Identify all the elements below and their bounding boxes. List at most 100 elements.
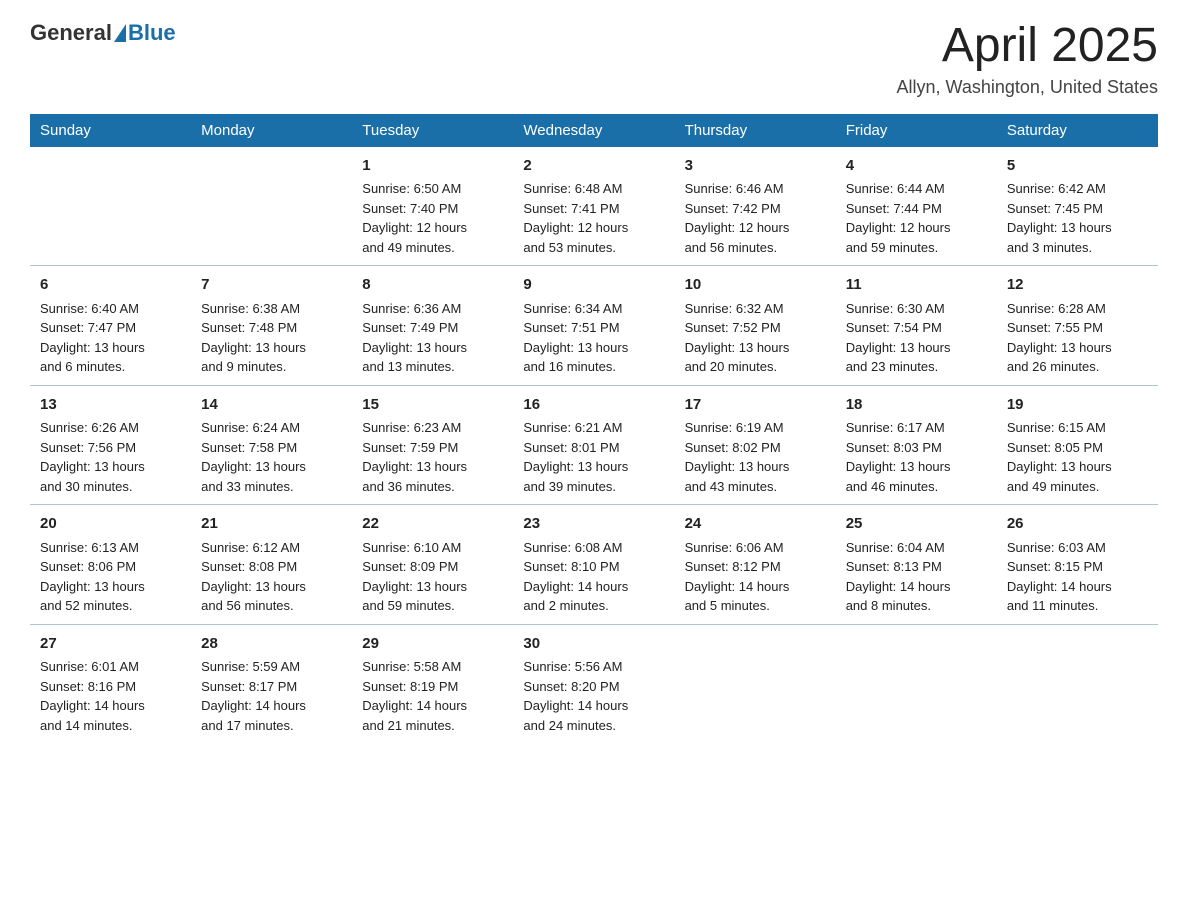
- day-number: 25: [846, 513, 987, 536]
- title-block: April 2025 Allyn, Washington, United Sta…: [897, 20, 1158, 98]
- calendar-cell: 30 Sunrise: 5:56 AM Sunset: 8:20 PM Dayli…: [513, 624, 674, 743]
- calendar-table: SundayMondayTuesdayWednesdayThursdayFrid…: [30, 114, 1158, 744]
- calendar-cell: 27 Sunrise: 6:01 AM Sunset: 8:16 PM Dayli…: [30, 624, 191, 743]
- day-number: 12: [1007, 274, 1148, 297]
- calendar-cell: 25 Sunrise: 6:04 AM Sunset: 8:13 PM Dayli…: [836, 505, 997, 625]
- calendar-cell: 19 Sunrise: 6:15 AM Sunset: 8:05 PM Dayli…: [997, 385, 1158, 505]
- day-number: 20: [40, 513, 181, 536]
- day-number: 24: [685, 513, 826, 536]
- day-number: 13: [40, 394, 181, 417]
- day-number: 29: [362, 633, 503, 656]
- calendar-cell: 14Sunrise: 6:24 AM Sunset: 7:58 PM Dayli…: [191, 385, 352, 505]
- day-info: Sunrise: 6:50 AM Sunset: 7:40 PM Dayligh…: [362, 181, 467, 255]
- day-info: Sunrise: 6:04 AM Sunset: 8:13 PM Dayligh…: [846, 540, 951, 614]
- weekday-header-row: SundayMondayTuesdayWednesdayThursdayFrid…: [30, 114, 1158, 147]
- day-info: Sunrise: 6:17 AM Sunset: 8:03 PM Dayligh…: [846, 420, 951, 494]
- weekday-header-saturday: Saturday: [997, 114, 1158, 147]
- day-number: 16: [523, 394, 664, 417]
- calendar-cell: 12 Sunrise: 6:28 AM Sunset: 7:55 PM Dayli…: [997, 266, 1158, 386]
- day-info: Sunrise: 6:03 AM Sunset: 8:15 PM Dayligh…: [1007, 540, 1112, 614]
- day-number: 19: [1007, 394, 1148, 417]
- day-info: Sunrise: 6:21 AM Sunset: 8:01 PM Dayligh…: [523, 420, 628, 494]
- day-number: 6: [40, 274, 181, 297]
- calendar-cell: 6Sunrise: 6:40 AM Sunset: 7:47 PM Daylig…: [30, 266, 191, 386]
- day-number: 15: [362, 394, 503, 417]
- day-info: Sunrise: 6:12 AM Sunset: 8:08 PM Dayligh…: [201, 540, 306, 614]
- day-info: Sunrise: 6:48 AM Sunset: 7:41 PM Dayligh…: [523, 181, 628, 255]
- calendar-cell: [836, 624, 997, 743]
- day-info: Sunrise: 5:56 AM Sunset: 8:20 PM Dayligh…: [523, 659, 628, 733]
- day-info: Sunrise: 6:28 AM Sunset: 7:55 PM Dayligh…: [1007, 301, 1112, 375]
- day-info: Sunrise: 6:38 AM Sunset: 7:48 PM Dayligh…: [201, 301, 306, 375]
- calendar-cell: 28 Sunrise: 5:59 AM Sunset: 8:17 PM Dayli…: [191, 624, 352, 743]
- day-info: Sunrise: 6:06 AM Sunset: 8:12 PM Dayligh…: [685, 540, 790, 614]
- weekday-header-tuesday: Tuesday: [352, 114, 513, 147]
- location-subtitle: Allyn, Washington, United States: [897, 77, 1158, 98]
- day-info: Sunrise: 6:32 AM Sunset: 7:52 PM Dayligh…: [685, 301, 790, 375]
- calendar-cell: 29 Sunrise: 5:58 AM Sunset: 8:19 PM Dayli…: [352, 624, 513, 743]
- calendar-cell: 1 Sunrise: 6:50 AM Sunset: 7:40 PM Daylig…: [352, 147, 513, 266]
- day-number: 27: [40, 633, 181, 656]
- week-row-1: 1 Sunrise: 6:50 AM Sunset: 7:40 PM Daylig…: [30, 147, 1158, 266]
- day-number: 30: [523, 633, 664, 656]
- page-title: April 2025: [897, 20, 1158, 73]
- logo-triangle-icon: [114, 24, 126, 42]
- day-number: 3: [685, 155, 826, 178]
- week-row-5: 27 Sunrise: 6:01 AM Sunset: 8:16 PM Dayli…: [30, 624, 1158, 743]
- day-number: 17: [685, 394, 826, 417]
- day-info: Sunrise: 6:15 AM Sunset: 8:05 PM Dayligh…: [1007, 420, 1112, 494]
- weekday-header-wednesday: Wednesday: [513, 114, 674, 147]
- day-number: 7: [201, 274, 342, 297]
- day-info: Sunrise: 6:19 AM Sunset: 8:02 PM Dayligh…: [685, 420, 790, 494]
- day-number: 21: [201, 513, 342, 536]
- calendar-cell: 3Sunrise: 6:46 AM Sunset: 7:42 PM Daylig…: [675, 147, 836, 266]
- calendar-header: SundayMondayTuesdayWednesdayThursdayFrid…: [30, 114, 1158, 147]
- calendar-cell: 10 Sunrise: 6:32 AM Sunset: 7:52 PM Dayli…: [675, 266, 836, 386]
- calendar-cell: 9Sunrise: 6:34 AM Sunset: 7:51 PM Daylig…: [513, 266, 674, 386]
- week-row-3: 13 Sunrise: 6:26 AM Sunset: 7:56 PM Dayli…: [30, 385, 1158, 505]
- day-number: 5: [1007, 155, 1148, 178]
- calendar-cell: 21 Sunrise: 6:12 AM Sunset: 8:08 PM Dayli…: [191, 505, 352, 625]
- calendar-cell: 11Sunrise: 6:30 AM Sunset: 7:54 PM Dayli…: [836, 266, 997, 386]
- calendar-cell: 15 Sunrise: 6:23 AM Sunset: 7:59 PM Dayli…: [352, 385, 513, 505]
- day-number: 18: [846, 394, 987, 417]
- weekday-header-sunday: Sunday: [30, 114, 191, 147]
- day-info: Sunrise: 6:01 AM Sunset: 8:16 PM Dayligh…: [40, 659, 145, 733]
- day-number: 28: [201, 633, 342, 656]
- calendar-cell: [997, 624, 1158, 743]
- calendar-cell: 13 Sunrise: 6:26 AM Sunset: 7:56 PM Dayli…: [30, 385, 191, 505]
- calendar-cell: 24 Sunrise: 6:06 AM Sunset: 8:12 PM Dayli…: [675, 505, 836, 625]
- calendar-cell: 23Sunrise: 6:08 AM Sunset: 8:10 PM Dayli…: [513, 505, 674, 625]
- logo-blue-text: Blue: [128, 20, 176, 46]
- calendar-body: 1 Sunrise: 6:50 AM Sunset: 7:40 PM Daylig…: [30, 147, 1158, 744]
- weekday-header-monday: Monday: [191, 114, 352, 147]
- day-info: Sunrise: 6:36 AM Sunset: 7:49 PM Dayligh…: [362, 301, 467, 375]
- day-info: Sunrise: 6:10 AM Sunset: 8:09 PM Dayligh…: [362, 540, 467, 614]
- day-number: 1: [362, 155, 503, 178]
- logo: General Blue: [30, 20, 176, 46]
- calendar-cell: [675, 624, 836, 743]
- day-number: 22: [362, 513, 503, 536]
- calendar-cell: 18 Sunrise: 6:17 AM Sunset: 8:03 PM Dayli…: [836, 385, 997, 505]
- day-info: Sunrise: 6:13 AM Sunset: 8:06 PM Dayligh…: [40, 540, 145, 614]
- day-number: 8: [362, 274, 503, 297]
- calendar-cell: 8 Sunrise: 6:36 AM Sunset: 7:49 PM Daylig…: [352, 266, 513, 386]
- day-number: 2: [523, 155, 664, 178]
- logo-general-text: General: [30, 20, 112, 46]
- day-info: Sunrise: 6:44 AM Sunset: 7:44 PM Dayligh…: [846, 181, 951, 255]
- day-info: Sunrise: 6:23 AM Sunset: 7:59 PM Dayligh…: [362, 420, 467, 494]
- day-info: Sunrise: 5:59 AM Sunset: 8:17 PM Dayligh…: [201, 659, 306, 733]
- calendar-cell: 22 Sunrise: 6:10 AM Sunset: 8:09 PM Dayli…: [352, 505, 513, 625]
- day-info: Sunrise: 6:26 AM Sunset: 7:56 PM Dayligh…: [40, 420, 145, 494]
- weekday-header-friday: Friday: [836, 114, 997, 147]
- calendar-cell: 2 Sunrise: 6:48 AM Sunset: 7:41 PM Daylig…: [513, 147, 674, 266]
- day-number: 26: [1007, 513, 1148, 536]
- day-number: 14: [201, 394, 342, 417]
- day-number: 10: [685, 274, 826, 297]
- calendar-cell: 17 Sunrise: 6:19 AM Sunset: 8:02 PM Dayli…: [675, 385, 836, 505]
- day-info: Sunrise: 5:58 AM Sunset: 8:19 PM Dayligh…: [362, 659, 467, 733]
- calendar-cell: 4Sunrise: 6:44 AM Sunset: 7:44 PM Daylig…: [836, 147, 997, 266]
- calendar-cell: [30, 147, 191, 266]
- calendar-cell: 7 Sunrise: 6:38 AM Sunset: 7:48 PM Daylig…: [191, 266, 352, 386]
- day-number: 11: [846, 274, 987, 297]
